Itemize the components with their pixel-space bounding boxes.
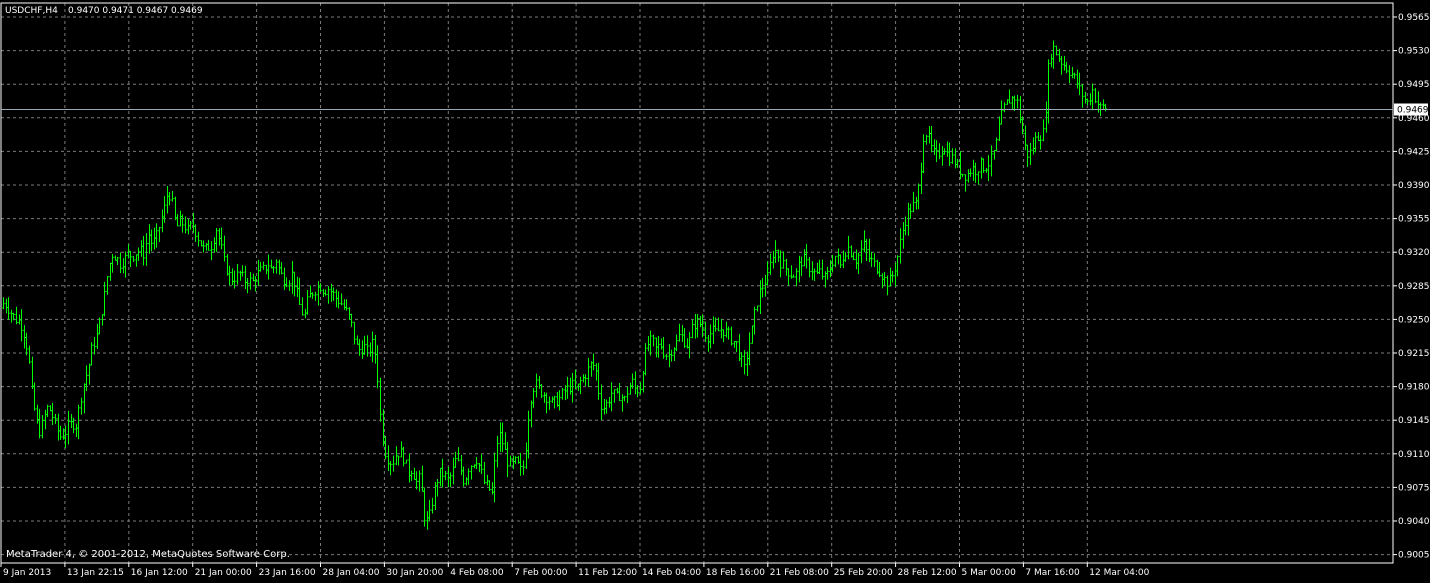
x-tick-label: 28 Jan 04:00 — [323, 568, 380, 578]
copyright-label: MetaTrader 4, © 2001-2012, MetaQuotes So… — [6, 549, 290, 560]
y-tick-label: 0.9215 — [1398, 349, 1430, 359]
y-tick-label: 0.9495 — [1398, 80, 1430, 90]
x-tick-label: 21 Jan 00:00 — [195, 568, 252, 578]
x-tick-label: 7 Mar 16:00 — [1025, 568, 1080, 578]
y-tick-label: 0.9005 — [1398, 551, 1430, 561]
chart-background — [0, 0, 1430, 579]
x-tick-label: 25 Feb 20:00 — [834, 568, 893, 578]
y-tick-label: 0.9530 — [1398, 47, 1430, 57]
x-tick-label: 5 Mar 00:00 — [962, 568, 1017, 578]
y-tick-label: 0.9040 — [1398, 517, 1430, 527]
y-tick-label: 0.9180 — [1398, 383, 1430, 393]
y-tick-label: 0.9145 — [1398, 416, 1430, 426]
y-tick-label: 0.9110 — [1398, 450, 1430, 460]
x-tick-label: 14 Feb 04:00 — [642, 568, 701, 578]
y-tick-label: 0.9565 — [1398, 13, 1430, 23]
symbol-label: USDCHF,H4 — [5, 6, 58, 16]
current-price-label-text: 0.9469 — [1397, 106, 1429, 116]
y-tick-label: 0.9390 — [1398, 181, 1430, 191]
y-tick-label: 0.9285 — [1398, 282, 1430, 292]
x-tick-label: 9 Jan 2013 — [3, 568, 51, 578]
quote-label: 0.9470 0.9471 0.9467 0.9469 — [68, 6, 203, 16]
x-tick-label: 28 Feb 12:00 — [898, 568, 957, 578]
y-tick-label: 0.9075 — [1398, 483, 1430, 493]
y-tick-label: 0.9320 — [1398, 248, 1430, 258]
x-tick-label: 11 Feb 12:00 — [578, 568, 637, 578]
y-tick-label: 0.9355 — [1398, 215, 1430, 225]
x-tick-label: 13 Jan 22:15 — [67, 568, 124, 578]
x-tick-label: 12 Mar 04:00 — [1089, 568, 1149, 578]
x-tick-label: 30 Jan 20:00 — [386, 568, 443, 578]
x-tick-label: 4 Feb 08:00 — [450, 568, 504, 578]
price-chart[interactable]: 0.95650.95300.94950.94600.94250.93900.93… — [0, 0, 1430, 579]
x-tick-label: 23 Jan 16:00 — [259, 568, 316, 578]
x-tick-label: 16 Jan 12:00 — [131, 568, 188, 578]
x-tick-label: 21 Feb 08:00 — [770, 568, 829, 578]
x-tick-label: 7 Feb 00:00 — [514, 568, 568, 578]
x-tick-label: 18 Feb 16:00 — [706, 568, 765, 578]
current-price-label: 0.9469 — [1394, 103, 1429, 116]
chart-window[interactable]: 0.9565 0.9530 0.9495 0.9460 0.9425 0.9390 0.93… — [0, 0, 1430, 579]
y-tick-label: 0.9250 — [1398, 315, 1430, 325]
y-tick-label: 0.9425 — [1398, 147, 1430, 157]
